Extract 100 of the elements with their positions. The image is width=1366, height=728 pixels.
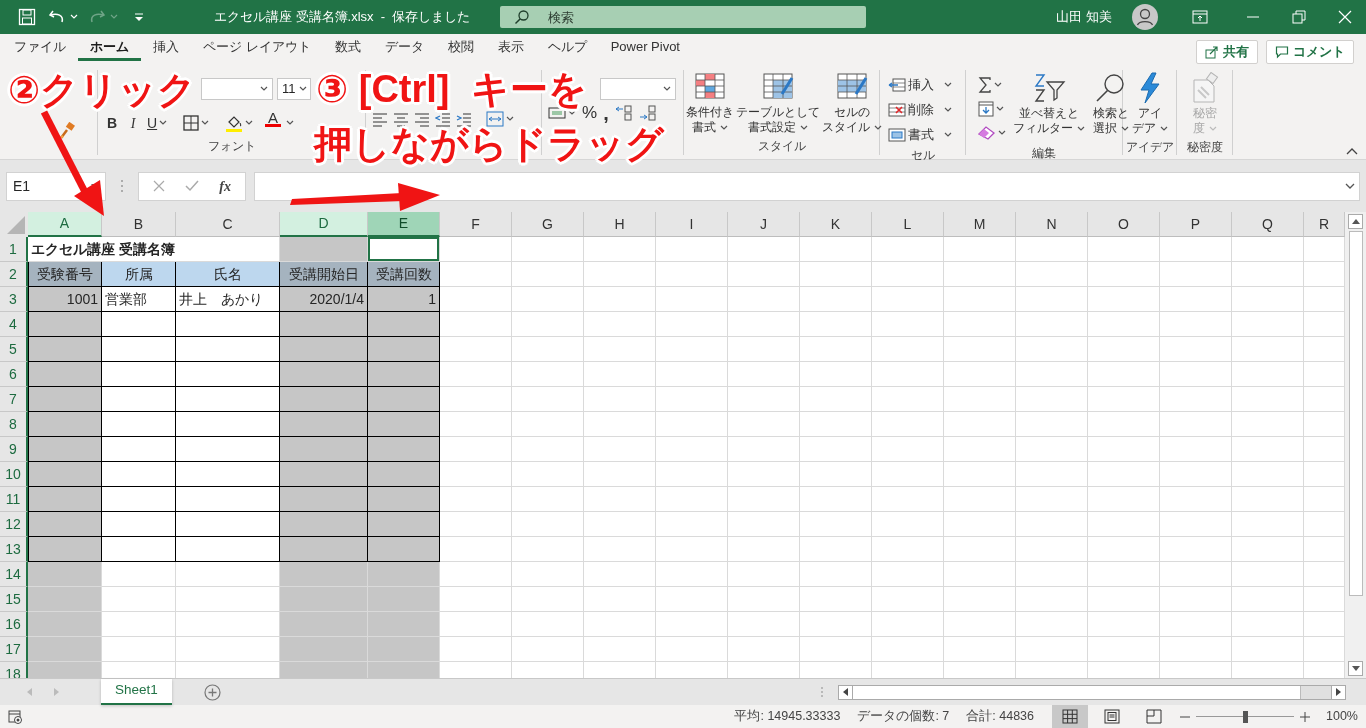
table-cell (872, 512, 944, 537)
format-as-table-button[interactable]: テーブルとして 書式設定 (735, 70, 821, 137)
column-header[interactable]: B (102, 212, 176, 237)
scroll-up-button[interactable] (1348, 214, 1363, 229)
column-header[interactable]: Q (1232, 212, 1304, 237)
ribbon-tab[interactable]: 校閲 (435, 36, 486, 64)
active-cell[interactable] (368, 237, 440, 262)
cell-styles-button[interactable]: セルの スタイル (821, 70, 883, 137)
zoom-slider-thumb[interactable] (1243, 710, 1248, 723)
column-header[interactable]: C (176, 212, 280, 237)
ribbon-tab[interactable]: 表示 (485, 36, 536, 64)
drag-handle-icon[interactable] (820, 686, 824, 698)
zoom-in-icon[interactable] (1300, 711, 1310, 722)
table-cell (1016, 387, 1088, 412)
row-header[interactable]: 10 (0, 462, 28, 487)
table-cell (1232, 612, 1304, 637)
column-header[interactable]: D (280, 212, 368, 237)
column-header[interactable]: I (656, 212, 728, 237)
zoom-level[interactable]: 100% (1326, 707, 1358, 726)
row-header[interactable]: 14 (0, 562, 28, 587)
ribbon-display-icon[interactable] (1192, 10, 1208, 24)
row-header[interactable]: 13 (0, 537, 28, 562)
conditional-formatting-button[interactable]: 条件付き 書式 (685, 70, 735, 137)
insert-button[interactable]: 挿入 (886, 74, 954, 96)
customize-icon[interactable] (134, 12, 144, 22)
column-header[interactable]: L (872, 212, 944, 237)
row-header[interactable]: 3 (0, 287, 28, 312)
column-header[interactable]: J (728, 212, 800, 237)
column-header[interactable]: K (800, 212, 872, 237)
row-header[interactable]: 6 (0, 362, 28, 387)
font-size-dropdown[interactable]: 11 (277, 78, 311, 100)
row-header[interactable]: 8 (0, 412, 28, 437)
drag-handle-icon[interactable] (120, 179, 124, 193)
collapse-ribbon-icon[interactable] (1346, 147, 1358, 155)
column-header[interactable]: F (440, 212, 512, 237)
column-header[interactable]: H (584, 212, 656, 237)
restore-icon[interactable] (1292, 10, 1306, 24)
scroll-left-icon[interactable] (843, 688, 848, 696)
row-header[interactable]: 9 (0, 437, 28, 462)
ribbon-tab[interactable]: Power Pivot (598, 36, 692, 64)
row-header[interactable]: 5 (0, 337, 28, 362)
macro-recording-icon[interactable] (8, 709, 22, 724)
row-header[interactable]: 12 (0, 512, 28, 537)
row-header[interactable]: 16 (0, 612, 28, 637)
column-header[interactable]: P (1160, 212, 1232, 237)
row-header[interactable]: 7 (0, 387, 28, 412)
horizontal-scrollbar[interactable] (838, 684, 1346, 700)
column-header[interactable]: O (1088, 212, 1160, 237)
table-cell (656, 612, 728, 637)
ribbon-tab[interactable]: データ (372, 36, 436, 64)
close-icon[interactable] (1338, 10, 1352, 24)
column-header[interactable]: M (944, 212, 1016, 237)
column-header[interactable]: G (512, 212, 584, 237)
format-button[interactable]: 書式 (886, 124, 954, 146)
ribbon-tab[interactable]: ヘルプ (535, 36, 599, 64)
row-header[interactable]: 2 (0, 262, 28, 287)
italic-button[interactable]: I (124, 112, 142, 134)
save-icon[interactable] (18, 8, 36, 26)
bold-button[interactable]: B (103, 112, 121, 134)
delete-button[interactable]: 削除 (886, 99, 954, 121)
comment-icon (1275, 45, 1289, 59)
ribbon-tab[interactable]: ページ レイアウト (191, 36, 323, 64)
formula-input[interactable] (254, 171, 1360, 201)
row-header[interactable]: 4 (0, 312, 28, 337)
table-cell (656, 487, 728, 512)
row-header[interactable]: 17 (0, 637, 28, 662)
row-header[interactable]: 15 (0, 587, 28, 612)
scroll-right-icon[interactable] (1336, 688, 1341, 696)
row-header[interactable]: 11 (0, 487, 28, 512)
column-header[interactable]: R (1304, 212, 1345, 237)
ribbon-tab[interactable]: ファイル (2, 36, 78, 64)
zoom-slider[interactable] (1196, 710, 1294, 723)
column-header[interactable]: N (1016, 212, 1088, 237)
comma-button[interactable]: , (601, 102, 611, 124)
ribbon-tab[interactable]: ホーム (78, 36, 141, 61)
format-painter-icon[interactable] (58, 122, 76, 140)
enter-icon[interactable] (185, 180, 200, 192)
insert-function-button[interactable]: fx (219, 175, 231, 197)
percent-button[interactable]: % (580, 102, 600, 124)
add-sheet-icon[interactable] (203, 683, 221, 701)
column-header[interactable]: A (28, 212, 102, 237)
scroll-thumb[interactable] (1348, 231, 1363, 596)
merge-center-button[interactable] (484, 108, 516, 130)
font-color-button[interactable]: A (263, 112, 284, 134)
search-field[interactable]: 検索 (500, 6, 866, 28)
normal-view-button[interactable] (1052, 705, 1088, 728)
row-header[interactable]: 18 (0, 662, 28, 678)
share-button[interactable]: 共有 (1196, 40, 1258, 64)
cancel-icon[interactable] (153, 180, 166, 192)
scroll-down-button[interactable] (1348, 661, 1363, 676)
underline-button[interactable]: U (145, 112, 170, 134)
header-cell: 所属 (102, 262, 176, 287)
column-header[interactable]: E (368, 212, 440, 237)
row-header[interactable]: 1 (0, 237, 28, 262)
expand-icon[interactable] (1345, 183, 1355, 189)
sort-filter-button[interactable]: 並べ替えと フィルター (1010, 70, 1088, 144)
sheet-tab[interactable]: Sheet1 (101, 678, 172, 705)
ribbon-tab[interactable]: 数式 (322, 36, 373, 64)
ribbon-tab[interactable]: 挿入 (141, 36, 191, 64)
comment-button[interactable]: コメント (1266, 40, 1354, 64)
